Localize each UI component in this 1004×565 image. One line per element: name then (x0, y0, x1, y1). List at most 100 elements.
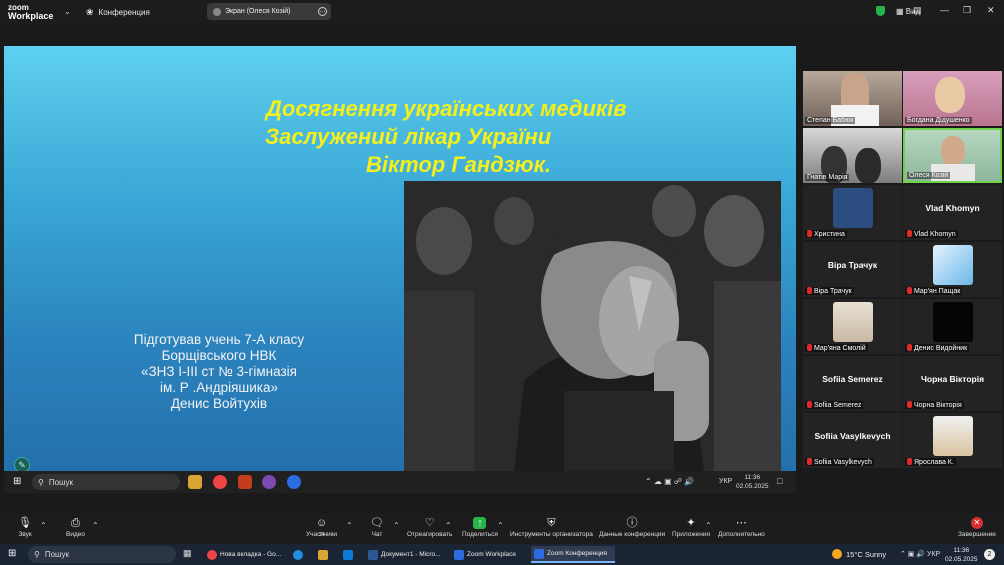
participant-name: Ярослава К. (914, 459, 954, 466)
taskbar-app-chrome[interactable]: Нова вкладка - Go... (204, 546, 290, 563)
host-tools-label: Инструменты организатора (510, 531, 593, 538)
video-label: Видео (66, 531, 85, 538)
audio-options-chevron-icon[interactable]: ⌃ (40, 521, 47, 530)
video-tile-active-speaker[interactable]: Олеся Козій (903, 128, 1002, 183)
taskbar-lang[interactable]: УКР (927, 551, 940, 558)
meeting-info-label: Данные конференции (599, 531, 666, 538)
zoom-logo: zoom Workplace (8, 3, 53, 21)
participant-tile[interactable]: Sofiia Semerez Sofiia Semerez (803, 356, 902, 411)
participant-tile[interactable]: Віра Трачук Віра Трачук (803, 242, 902, 297)
slide-sub-line: ім. Р .Андріяшика» (159, 380, 279, 395)
participant-name: Христина (814, 231, 845, 238)
participant-tile[interactable]: Sofiia Vasylkevych Sofiia Vasylkevych (803, 413, 902, 468)
participant-tile[interactable]: Денис Видойник (903, 299, 1002, 354)
participant-tile[interactable]: Мар'ян Пащак (903, 242, 1002, 297)
taskbar-app-label: Zoom Workplace (467, 551, 517, 558)
taskbar-search-box[interactable]: ⚲ Пошук (28, 546, 176, 563)
taskbar-app-word[interactable]: Документ1 - Micro... (365, 546, 447, 563)
muted-mic-icon (907, 401, 912, 408)
end-label: Завершение (958, 531, 996, 538)
annotate-pencil-icon[interactable]: ✎ (14, 457, 30, 471)
zoom-app-icon (534, 548, 544, 559)
participant-tile[interactable]: Христина (803, 185, 902, 240)
zoom-app-icon (287, 475, 301, 489)
search-icon: ⚲ (34, 550, 40, 559)
video-tile[interactable]: Гнатів Марія (803, 128, 902, 183)
react-label: Отреагировать (407, 531, 453, 538)
conference-menu[interactable]: ❀ Конференция (86, 7, 150, 18)
sharer-avatar-icon (213, 7, 221, 16)
chat-chevron-icon[interactable]: ⌃ (393, 521, 400, 530)
end-meeting-button[interactable]: ✕ Завершение (958, 517, 996, 538)
taskbar-time: 11:36 (953, 547, 970, 554)
photo-illustration (404, 181, 781, 471)
weather-label: 15°C Sunny (846, 549, 887, 559)
participant-name: Денис Видойник (914, 345, 968, 352)
shared-screen-slide: Досягнення українських медиків Заслужени… (4, 46, 796, 471)
taskbar-clock[interactable]: 11:36 02.05.2025 (945, 546, 978, 564)
zoom-title-bar: zoom Workplace ⌄ ❀ Конференция Экран (Ол… (0, 0, 1004, 24)
participant-tile[interactable]: Мар'яна Смолій (803, 299, 902, 354)
paw-icon: ❀ (86, 7, 94, 17)
slide-title-line1: Досягнення українських медиків (266, 96, 627, 121)
video-tile[interactable]: Богдана Дідушенко (903, 71, 1002, 126)
conference-label: Конференция (98, 8, 150, 17)
share-chevron-icon[interactable]: ⌃ (497, 521, 504, 530)
more-icon[interactable]: … (318, 7, 327, 16)
participants-chevron-icon[interactable]: ⌃ (346, 521, 353, 530)
taskbar-app-zoom-workplace[interactable]: Zoom Workplace (451, 546, 527, 563)
chat-button[interactable]: 🗨 Чат (370, 517, 384, 538)
participant-tile[interactable]: Vlad Khomyn Vlad Khomyn (903, 185, 1002, 240)
participant-name: Sofiia Vasylkevych (814, 459, 872, 466)
view-options-icon[interactable]: ▤ (913, 5, 922, 16)
tray-icons[interactable]: ⌃ ▣ 🔊 (900, 550, 925, 558)
remote-taskbar: ⊞ ⚲ Пошук ⌃ ☁ ▣ ☍ 🔊 УКР 11:36 02.05.2025… (4, 471, 796, 493)
remote-clock: 11:36 02.05.2025 (736, 473, 769, 491)
file-explorer-icon (188, 475, 202, 489)
close-icon[interactable]: ✕ (987, 5, 995, 16)
task-view-icon[interactable]: ▦ (183, 548, 192, 559)
store-icon[interactable] (343, 550, 353, 560)
meeting-info-button[interactable]: ⓘ Данные конференции (599, 517, 665, 538)
encryption-shield-icon[interactable] (876, 6, 885, 16)
remote-search-label: Пошук (48, 477, 73, 487)
video-options-chevron-icon[interactable]: ⌃ (92, 521, 99, 530)
muted-mic-icon (907, 344, 912, 351)
chevron-down-icon[interactable]: ⌄ (64, 7, 71, 16)
participant-name: Vlad Khomyn (914, 231, 956, 238)
weather-widget[interactable]: 15°C Sunny (832, 549, 886, 559)
video-button[interactable]: ⎙ Видео (66, 517, 85, 538)
host-tools-button[interactable]: ⛨ Инструменты организатора (510, 517, 593, 538)
participant-avatar (833, 188, 873, 228)
word-icon (368, 549, 378, 560)
slide-sub-line: Підготував учень 7-А класу (133, 332, 305, 347)
share-button[interactable]: ↑ Поделиться (462, 517, 498, 538)
screen-share-pill[interactable]: Экран (Олеся Козій) … (207, 3, 331, 20)
participants-button[interactable]: ☺14 Участники (306, 517, 337, 538)
muted-mic-icon (807, 344, 812, 351)
audio-label: Звук (18, 531, 32, 538)
video-tile[interactable]: Степан Бабюк (803, 71, 902, 126)
taskbar-app-label: Документ1 - Micro... (381, 551, 441, 558)
share-screen-icon: ↑ (473, 517, 487, 529)
muted-mic-icon (807, 287, 812, 294)
file-explorer-icon[interactable] (318, 550, 328, 560)
local-taskbar: ⊞ ⚲ Пошук ▦ Нова вкладка - Go... Докумен… (0, 544, 1004, 565)
sun-icon (832, 549, 842, 559)
edge-icon[interactable] (293, 550, 303, 560)
participant-tile[interactable]: Чорна Вікторія Чорна Вікторія (903, 356, 1002, 411)
taskbar-app-zoom-meeting[interactable]: Zoom Конференция (531, 546, 615, 563)
muted-mic-icon (907, 458, 912, 465)
react-chevron-icon[interactable]: ⌃ (445, 521, 452, 530)
participant-avatar (833, 302, 873, 342)
more-button[interactable]: ⋯ Дополнительно (718, 517, 765, 538)
shield-icon: ⛨ (547, 517, 556, 529)
apps-chevron-icon[interactable]: ⌃ (705, 521, 712, 530)
notification-badge[interactable]: 2 (984, 549, 995, 560)
participant-tile[interactable]: Ярослава К. (903, 413, 1002, 468)
minimize-icon[interactable]: — (940, 5, 949, 15)
audio-button[interactable]: 🎙 Звук (18, 517, 32, 538)
windows-start-icon[interactable]: ⊞ (8, 548, 16, 559)
participant-name: Степан Бабюк (805, 117, 856, 124)
restore-icon[interactable]: ❐ (963, 5, 971, 16)
